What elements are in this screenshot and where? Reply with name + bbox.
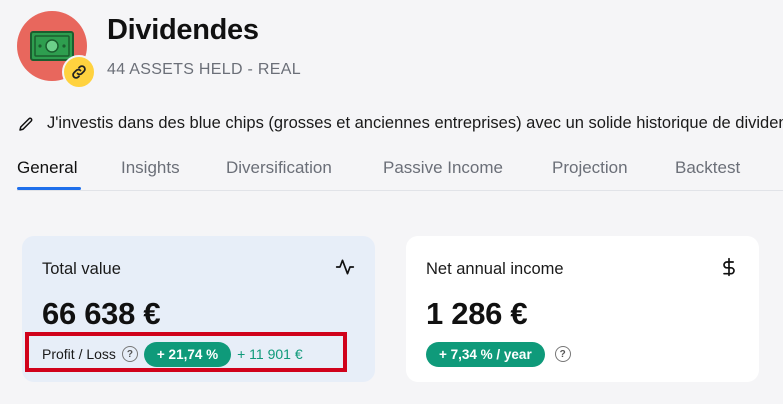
- tab-insights[interactable]: Insights: [121, 158, 180, 178]
- tab-general[interactable]: General: [17, 158, 77, 178]
- link-icon: [72, 65, 86, 79]
- net-annual-income-card[interactable]: Net annual income 1 286 € + 7,34 % / yea…: [406, 236, 759, 382]
- highlight-box: [25, 332, 347, 372]
- active-tab-indicator: [17, 187, 81, 190]
- tab-bar: General Insights Diversification Passive…: [17, 154, 783, 191]
- help-icon[interactable]: ?: [554, 346, 571, 362]
- yield-row: + 7,34 % / year ?: [426, 340, 577, 368]
- tab-diversification[interactable]: Diversification: [226, 158, 332, 178]
- portfolio-subtitle: 44 ASSETS HELD - REAL: [107, 61, 301, 78]
- yield-badge: + 7,34 % / year: [426, 341, 545, 367]
- portfolio-title: Dividendes: [107, 14, 259, 46]
- total-value-amount: 66 638 €: [42, 296, 161, 331]
- dollar-icon[interactable]: [719, 257, 739, 277]
- tab-passive-income[interactable]: Passive Income: [383, 158, 503, 178]
- net-income-amount: 1 286 €: [426, 296, 528, 331]
- total-value-label: Total value: [42, 260, 121, 278]
- money-bill-icon: [30, 31, 74, 61]
- portfolio-header: Dividendes 44 ASSETS HELD - REAL: [17, 11, 777, 91]
- tab-backtest[interactable]: Backtest: [675, 158, 740, 178]
- link-badge[interactable]: [62, 55, 96, 89]
- pencil-icon[interactable]: [17, 115, 35, 133]
- tab-projection[interactable]: Projection: [552, 158, 628, 178]
- portfolio-description[interactable]: J'investis dans des blue chips (grosses …: [17, 114, 783, 133]
- activity-icon[interactable]: [335, 257, 355, 277]
- net-income-label: Net annual income: [426, 260, 564, 278]
- description-text: J'investis dans des blue chips (grosses …: [47, 114, 783, 132]
